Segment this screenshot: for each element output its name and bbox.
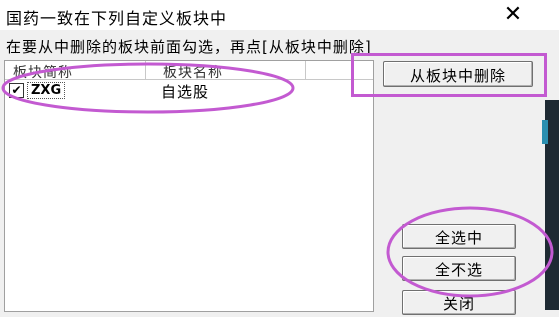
delete-from-block-dialog: 国药一致在下列自定义板块中 ✕ 在要从中删除的板块前面勾选，再点[从板块中删除]… — [0, 0, 559, 315]
column-divider[interactable] — [145, 61, 146, 79]
select-all-button[interactable]: 全选中 — [402, 224, 516, 249]
block-name: 自选股 — [161, 83, 210, 101]
column-divider[interactable] — [305, 61, 306, 79]
close-icon[interactable]: ✕ — [496, 3, 530, 27]
instruction-text: 在要从中删除的板块前面勾选，再点[从板块中删除] — [6, 38, 372, 56]
title-bar: 国药一致在下列自定义板块中 ✕ — [0, 0, 559, 30]
row-checkbox[interactable]: ✔ — [9, 83, 24, 98]
block-code: ZXG — [27, 82, 66, 99]
remove-from-block-button[interactable]: 从板块中删除 — [383, 61, 533, 87]
select-none-button[interactable]: 全不选 — [402, 256, 516, 281]
background-window-marker — [542, 120, 548, 144]
column-header-code[interactable]: 板块简称 — [13, 62, 73, 82]
window-title: 国药一致在下列自定义板块中 — [6, 9, 228, 28]
column-header-name[interactable]: 板块名称 — [163, 62, 223, 82]
list-header: 板块简称 板块名称 — [5, 61, 373, 82]
block-list[interactable]: 板块简称 板块名称 ✔ ZXG 自选股 — [4, 60, 374, 312]
list-item[interactable]: ✔ ZXG 自选股 — [5, 81, 373, 101]
close-button[interactable]: 关闭 — [402, 290, 516, 315]
